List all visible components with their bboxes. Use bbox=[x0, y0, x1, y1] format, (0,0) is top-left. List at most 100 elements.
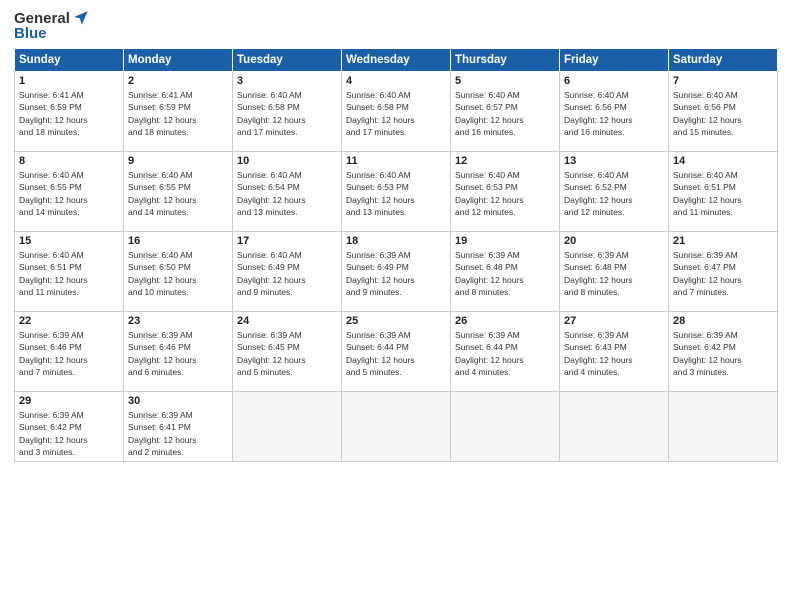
day-number: 22 bbox=[19, 315, 119, 327]
day-number: 8 bbox=[19, 155, 119, 167]
day-content: Sunrise: 6:39 AMSunset: 6:46 PMDaylight:… bbox=[128, 329, 228, 378]
day-number: 1 bbox=[19, 75, 119, 87]
day-content: Sunrise: 6:40 AMSunset: 6:53 PMDaylight:… bbox=[455, 169, 555, 218]
day-number: 18 bbox=[346, 235, 446, 247]
day-number: 24 bbox=[237, 315, 337, 327]
day-content: Sunrise: 6:40 AMSunset: 6:55 PMDaylight:… bbox=[19, 169, 119, 218]
col-wednesday: Wednesday bbox=[342, 49, 451, 72]
table-row: 12 Sunrise: 6:40 AMSunset: 6:53 PMDayligh… bbox=[451, 152, 560, 232]
day-number: 20 bbox=[564, 235, 664, 247]
day-content: Sunrise: 6:40 AMSunset: 6:50 PMDaylight:… bbox=[128, 249, 228, 298]
day-number: 11 bbox=[346, 155, 446, 167]
day-content: Sunrise: 6:40 AMSunset: 6:57 PMDaylight:… bbox=[455, 89, 555, 138]
table-row: 21 Sunrise: 6:39 AMSunset: 6:47 PMDayligh… bbox=[669, 232, 778, 312]
day-number: 16 bbox=[128, 235, 228, 247]
col-friday: Friday bbox=[560, 49, 669, 72]
day-content: Sunrise: 6:39 AMSunset: 6:47 PMDaylight:… bbox=[673, 249, 773, 298]
table-row: 6 Sunrise: 6:40 AMSunset: 6:56 PMDaylight… bbox=[560, 72, 669, 152]
table-row: 1 Sunrise: 6:41 AMSunset: 6:59 PMDaylight… bbox=[15, 72, 124, 152]
day-number: 17 bbox=[237, 235, 337, 247]
table-row: 9Sunrise: 6:40 AMSunset: 6:55 PMDaylight… bbox=[124, 152, 233, 232]
table-row: 24 Sunrise: 6:39 AMSunset: 6:45 PMDayligh… bbox=[233, 312, 342, 392]
table-row: 2Sunrise: 6:41 AMSunset: 6:59 PMDaylight… bbox=[124, 72, 233, 152]
table-row: 5 Sunrise: 6:40 AMSunset: 6:57 PMDaylight… bbox=[451, 72, 560, 152]
day-number: 14 bbox=[673, 155, 773, 167]
col-saturday: Saturday bbox=[669, 49, 778, 72]
table-row: 3 Sunrise: 6:40 AMSunset: 6:58 PMDaylight… bbox=[233, 72, 342, 152]
table-row: 23 Sunrise: 6:39 AMSunset: 6:46 PMDayligh… bbox=[124, 312, 233, 392]
day-number: 10 bbox=[237, 155, 337, 167]
table-row bbox=[342, 392, 451, 462]
day-number: 29 bbox=[19, 395, 119, 407]
day-content: Sunrise: 6:39 AMSunset: 6:48 PMDaylight:… bbox=[455, 249, 555, 298]
day-number: 9 bbox=[128, 155, 228, 167]
day-content: Sunrise: 6:40 AMSunset: 6:56 PMDaylight:… bbox=[673, 89, 773, 138]
col-tuesday: Tuesday bbox=[233, 49, 342, 72]
table-row: 27Sunrise: 6:39 AMSunset: 6:43 PMDayligh… bbox=[560, 312, 669, 392]
day-number: 6 bbox=[564, 75, 664, 87]
logo-blue-text: Blue bbox=[14, 25, 47, 42]
table-row: 7 Sunrise: 6:40 AMSunset: 6:56 PMDaylight… bbox=[669, 72, 778, 152]
day-number: 25 bbox=[346, 315, 446, 327]
day-number: 26 bbox=[455, 315, 555, 327]
day-content: Sunrise: 6:39 AMSunset: 6:42 PMDaylight:… bbox=[673, 329, 773, 378]
day-content: Sunrise: 6:39 AMSunset: 6:43 PMDaylight:… bbox=[564, 329, 664, 378]
day-number: 4 bbox=[346, 75, 446, 87]
table-row: 15 Sunrise: 6:40 AMSunset: 6:51 PMDayligh… bbox=[15, 232, 124, 312]
day-content: Sunrise: 6:40 AMSunset: 6:53 PMDaylight:… bbox=[346, 169, 446, 218]
day-content: Sunrise: 6:39 AMSunset: 6:44 PMDaylight:… bbox=[346, 329, 446, 378]
day-number: 5 bbox=[455, 75, 555, 87]
day-content: Sunrise: 6:40 AMSunset: 6:52 PMDaylight:… bbox=[564, 169, 664, 218]
table-row: 16 Sunrise: 6:40 AMSunset: 6:50 PMDayligh… bbox=[124, 232, 233, 312]
table-row: 19 Sunrise: 6:39 AMSunset: 6:48 PMDayligh… bbox=[451, 232, 560, 312]
day-number: 12 bbox=[455, 155, 555, 167]
table-row: 10 Sunrise: 6:40 AMSunset: 6:54 PMDayligh… bbox=[233, 152, 342, 232]
day-number: 23 bbox=[128, 315, 228, 327]
table-row: 20 Sunrise: 6:39 AMSunset: 6:48 PMDayligh… bbox=[560, 232, 669, 312]
table-row bbox=[669, 392, 778, 462]
day-content: Sunrise: 6:40 AMSunset: 6:51 PMDaylight:… bbox=[673, 169, 773, 218]
calendar-header-row: Sunday Monday Tuesday Wednesday Thursday… bbox=[15, 49, 778, 72]
day-number: 15 bbox=[19, 235, 119, 247]
table-row bbox=[451, 392, 560, 462]
table-row: 28Sunrise: 6:39 AMSunset: 6:42 PMDayligh… bbox=[669, 312, 778, 392]
table-row: 11 Sunrise: 6:40 AMSunset: 6:53 PMDayligh… bbox=[342, 152, 451, 232]
table-row: 8 Sunrise: 6:40 AMSunset: 6:55 PMDaylight… bbox=[15, 152, 124, 232]
table-row: 30 Sunrise: 6:39 AMSunset: 6:41 PMDayligh… bbox=[124, 392, 233, 462]
table-row bbox=[560, 392, 669, 462]
col-thursday: Thursday bbox=[451, 49, 560, 72]
day-content: Sunrise: 6:39 AMSunset: 6:41 PMDaylight:… bbox=[128, 409, 228, 458]
table-row: 14 Sunrise: 6:40 AMSunset: 6:51 PMDayligh… bbox=[669, 152, 778, 232]
day-content: Sunrise: 6:40 AMSunset: 6:49 PMDaylight:… bbox=[237, 249, 337, 298]
day-content: Sunrise: 6:40 AMSunset: 6:58 PMDaylight:… bbox=[237, 89, 337, 138]
day-content: Sunrise: 6:39 AMSunset: 6:49 PMDaylight:… bbox=[346, 249, 446, 298]
day-content: Sunrise: 6:39 AMSunset: 6:44 PMDaylight:… bbox=[455, 329, 555, 378]
table-row: 18 Sunrise: 6:39 AMSunset: 6:49 PMDayligh… bbox=[342, 232, 451, 312]
day-number: 3 bbox=[237, 75, 337, 87]
day-content: Sunrise: 6:40 AMSunset: 6:58 PMDaylight:… bbox=[346, 89, 446, 138]
day-content: Sunrise: 6:40 AMSunset: 6:56 PMDaylight:… bbox=[564, 89, 664, 138]
day-number: 13 bbox=[564, 155, 664, 167]
table-row: 26 Sunrise: 6:39 AMSunset: 6:44 PMDayligh… bbox=[451, 312, 560, 392]
day-content: Sunrise: 6:40 AMSunset: 6:51 PMDaylight:… bbox=[19, 249, 119, 298]
table-row: 22 Sunrise: 6:39 AMSunset: 6:46 PMDayligh… bbox=[15, 312, 124, 392]
table-row: 17 Sunrise: 6:40 AMSunset: 6:49 PMDayligh… bbox=[233, 232, 342, 312]
header: General Blue bbox=[14, 10, 778, 42]
day-number: 7 bbox=[673, 75, 773, 87]
day-number: 30 bbox=[128, 395, 228, 407]
day-number: 19 bbox=[455, 235, 555, 247]
logo-bird-icon bbox=[72, 9, 90, 27]
day-number: 2 bbox=[128, 75, 228, 87]
day-content: Sunrise: 6:39 AMSunset: 6:48 PMDaylight:… bbox=[564, 249, 664, 298]
day-content: Sunrise: 6:39 AMSunset: 6:46 PMDaylight:… bbox=[19, 329, 119, 378]
table-row: 13 Sunrise: 6:40 AMSunset: 6:52 PMDayligh… bbox=[560, 152, 669, 232]
day-content: Sunrise: 6:41 AMSunset: 6:59 PMDaylight:… bbox=[19, 89, 119, 138]
table-row: 25 Sunrise: 6:39 AMSunset: 6:44 PMDayligh… bbox=[342, 312, 451, 392]
day-number: 21 bbox=[673, 235, 773, 247]
day-content: Sunrise: 6:40 AMSunset: 6:54 PMDaylight:… bbox=[237, 169, 337, 218]
calendar: Sunday Monday Tuesday Wednesday Thursday… bbox=[14, 48, 778, 462]
col-monday: Monday bbox=[124, 49, 233, 72]
col-sunday: Sunday bbox=[15, 49, 124, 72]
page: General Blue Sunday Monday Tuesday Wedne… bbox=[0, 0, 792, 612]
day-content: Sunrise: 6:39 AMSunset: 6:45 PMDaylight:… bbox=[237, 329, 337, 378]
